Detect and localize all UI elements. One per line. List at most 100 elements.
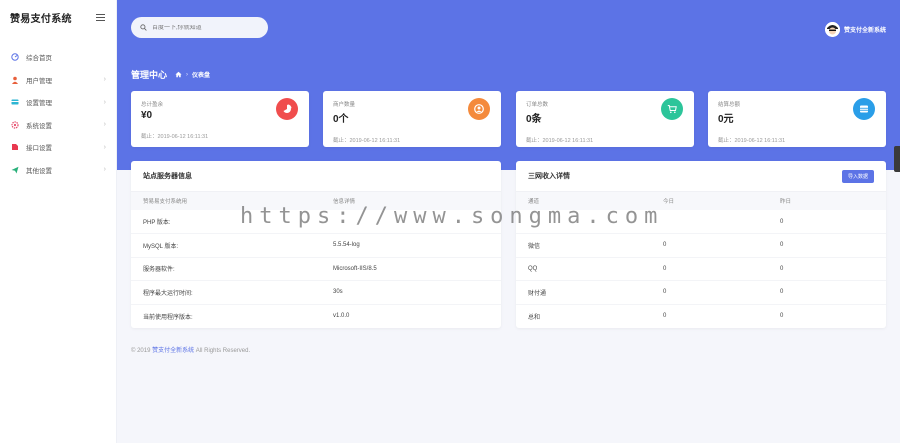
table-cell: 财付通	[516, 280, 651, 305]
column-header: 通道	[516, 192, 651, 210]
user-menu[interactable]: 赞支付全新系统	[824, 22, 886, 37]
side-drawer-tab[interactable]	[894, 146, 900, 172]
footer-rights: All Rights Reserved.	[195, 348, 251, 354]
column-header: 信息详情	[321, 192, 501, 210]
table-cell	[516, 210, 651, 234]
column-header: 昨日	[768, 192, 886, 210]
server-info-panel: 站点服务器信息 赞易易支付系统用 信息详情 PHP 版本: MySQL 版本: …	[131, 161, 501, 328]
table-cell: 0	[651, 280, 768, 305]
panel-header: 三网收入详情 导入数据	[516, 161, 886, 192]
table-row: 当前使用程序版本: v1.0.0	[131, 304, 501, 328]
sidebar-item-label: 综合首页	[26, 55, 52, 63]
server-info-table: 赞易易支付系统用 信息详情 PHP 版本: MySQL 版本: 5.5.54-l…	[131, 192, 501, 328]
table-cell: Microsoft-IIS/8.5	[321, 257, 501, 281]
sidebar-item-label: 设置管理	[26, 100, 52, 108]
sidebar-item-label: 接口设置	[26, 145, 52, 153]
stat-timestamp: 截止：2019-06-12 16:11:31	[333, 138, 401, 144]
plug-icon	[11, 143, 19, 151]
table-cell: 30s	[321, 280, 501, 305]
sidebar-item-settings-manage[interactable]: 设置管理 ›	[0, 91, 116, 114]
sidebar-item-users[interactable]: 用户管理 ›	[0, 69, 116, 92]
table-row: 0	[516, 210, 886, 234]
stat-timestamp: 截止：2019-06-12 16:11:31	[718, 138, 786, 144]
stat-card-merchants: 商户数量 0个 截止：2019-06-12 16:11:31	[323, 91, 501, 147]
wallet-icon	[853, 98, 875, 120]
user-icon	[11, 76, 19, 84]
stat-timestamp: 截止：2019-06-12 16:11:31	[526, 138, 594, 144]
sidebar-item-label: 其他设置	[26, 167, 52, 175]
search-icon	[140, 24, 147, 31]
income-table: 通道 今日 昨日 0 微信 0 0 QQ 0 0 财付通 0 0 总和 0 0	[516, 192, 886, 328]
pie-chart-icon	[276, 98, 298, 120]
panel-header: 站点服务器信息	[131, 161, 501, 192]
sidebar-item-interface[interactable]: 接口设置 ›	[0, 136, 116, 159]
avatar[interactable]	[824, 22, 840, 37]
user-name: 赞支付全新系统	[843, 28, 886, 34]
table-cell: 0	[651, 233, 768, 258]
chevron-right-icon: ›	[103, 98, 106, 106]
home-icon[interactable]	[175, 71, 182, 78]
breadcrumb: 管理中心 › 仪表盘	[131, 68, 210, 81]
card-icon	[11, 98, 19, 106]
footer-link[interactable]: 赞支付全新系统	[152, 348, 194, 354]
chevron-right-icon: ›	[103, 121, 106, 129]
footer: © 2019 赞支付全新系统 All Rights Reserved.	[131, 345, 250, 354]
table-row: 程序最大运行时间: 30s	[131, 280, 501, 305]
search-box[interactable]	[131, 17, 268, 38]
table-row: 财付通 0 0	[516, 280, 886, 305]
breadcrumb-separator: ›	[186, 71, 189, 78]
dashboard-icon	[11, 53, 19, 61]
sidebar-item-other[interactable]: 其他设置 ›	[0, 159, 116, 182]
stat-timestamp: 截止：2019-06-12 16:11:31	[141, 134, 209, 140]
table-cell: 5.5.54-log	[321, 233, 501, 258]
sidebar-item-system[interactable]: 系统设置 ›	[0, 114, 116, 137]
table-cell: QQ	[516, 257, 651, 281]
brand-bar: 赞易支付系统	[0, 0, 116, 34]
brand-name: 赞易支付系统	[10, 13, 72, 25]
stat-card-orders: 订单总数 0条 截止：2019-06-12 16:11:31	[516, 91, 694, 147]
stat-card-settlement: 结算总额 0元 截止：2019-06-12 16:11:31	[708, 91, 886, 147]
table-cell: 程序最大运行时间:	[131, 280, 321, 305]
breadcrumb-current: 仪表盘	[192, 73, 211, 79]
table-row: MySQL 版本: 5.5.54-log	[131, 233, 501, 258]
table-cell: 服务器软件:	[131, 257, 321, 281]
menu-toggle-icon[interactable]	[96, 13, 105, 21]
sidebar-nav: 综合首页 用户管理 › 设置管理 › 系统设置 › 接口设置 › 其他设置 ›	[0, 46, 116, 181]
gear-icon	[11, 121, 19, 129]
send-icon	[11, 166, 19, 174]
table-row: PHP 版本:	[131, 210, 501, 234]
stat-card-total-surplus: 总计盈余 ¥0 截止：2019-06-12 16:11:31	[131, 91, 309, 147]
panel-title: 三网收入详情	[528, 173, 570, 180]
table-cell: 总和	[528, 314, 541, 321]
cart-icon	[661, 98, 683, 120]
table-cell: 0	[663, 313, 667, 319]
table-row: 微信 0 0	[516, 233, 886, 258]
table-cell: 微信	[516, 233, 651, 258]
import-data-button[interactable]: 导入数据	[841, 169, 874, 183]
table-cell: 0	[768, 210, 886, 234]
table-cell: MySQL 版本:	[131, 233, 321, 258]
table-cell	[651, 210, 768, 234]
sidebar-item-dashboard[interactable]: 综合首页	[0, 46, 116, 69]
page-title: 管理中心	[131, 70, 168, 80]
search-input[interactable]	[152, 24, 262, 31]
sidebar: 赞易支付系统 综合首页 用户管理 › 设置管理 › 系统设置 › 接口设置 › …	[0, 0, 117, 443]
column-header: 赞易易支付系统用	[131, 192, 321, 210]
income-detail-panel: 三网收入详情 导入数据 通道 今日 昨日 0 微信 0 0 QQ 0 0 财付通…	[516, 161, 886, 328]
panel-title: 站点服务器信息	[143, 173, 192, 180]
chevron-right-icon: ›	[103, 143, 106, 151]
table-cell: 0	[768, 233, 886, 258]
table-cell: 0	[768, 257, 886, 281]
table-cell: 0	[651, 257, 768, 281]
chevron-right-icon: ›	[103, 166, 106, 174]
chevron-right-icon: ›	[103, 76, 106, 84]
table-header-row: 通道 今日 昨日	[516, 192, 886, 210]
table-cell: PHP 版本:	[131, 210, 321, 234]
user-circle-icon	[468, 98, 490, 120]
sidebar-item-label: 用户管理	[26, 77, 52, 85]
table-row: QQ 0 0	[516, 257, 886, 281]
table-row: 总和 0 0	[516, 304, 886, 328]
footer-copyright: © 2019	[131, 348, 151, 354]
table-cell: 当前使用程序版本:	[143, 314, 193, 321]
sidebar-item-label: 系统设置	[26, 122, 52, 130]
